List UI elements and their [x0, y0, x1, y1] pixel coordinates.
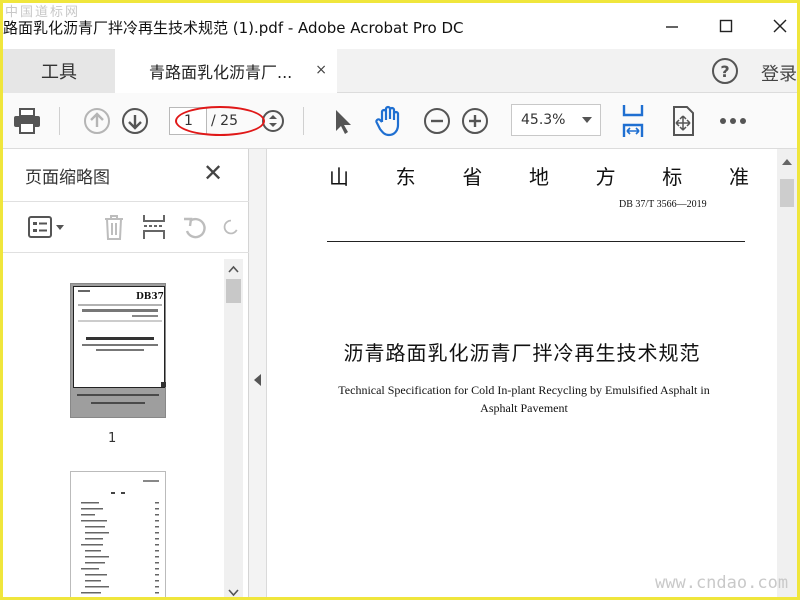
- panel-close-icon[interactable]: ✕: [203, 161, 223, 185]
- panel-title: 页面缩略图: [25, 168, 110, 188]
- scroll-up-icon: [228, 265, 239, 273]
- more-options-icon[interactable]: [717, 105, 749, 137]
- zoom-out-icon[interactable]: [421, 105, 453, 137]
- fit-width-icon[interactable]: [617, 105, 649, 137]
- tab-close-icon[interactable]: ×: [315, 62, 327, 78]
- next-page-icon[interactable]: [119, 105, 151, 137]
- thumbnail-options-icon[interactable]: [25, 212, 69, 242]
- rotate-ccw-icon[interactable]: [180, 212, 210, 242]
- page-thumbnail-1[interactable]: DB37: [70, 283, 166, 418]
- thumbnail-footer-line: [77, 394, 159, 396]
- maximize-icon: [719, 19, 733, 33]
- main-toolbar: 1 / 25 45.3%: [3, 93, 797, 149]
- select-cursor-icon[interactable]: [325, 105, 357, 137]
- heading-char: 省: [462, 165, 483, 189]
- zoom-in-icon[interactable]: [459, 105, 491, 137]
- watermark-bottom: www.cndao.com: [655, 573, 789, 593]
- tab-document-label: 青路面乳化沥青厂...: [149, 63, 293, 82]
- scroll-down-icon: [228, 589, 239, 597]
- watermark-top: 中国道标网: [5, 5, 81, 20]
- page-thumbnail-2[interactable]: [70, 471, 166, 597]
- thumbnail-resize-handle[interactable]: [161, 382, 166, 387]
- previous-page-icon[interactable]: [81, 105, 113, 137]
- zoom-level-dropdown[interactable]: 45.3%: [511, 104, 601, 136]
- document-heading: 山 东 省 地 方 标 准: [329, 161, 749, 190]
- thumbnail-list: DB37 1: [3, 259, 223, 597]
- minimize-button[interactable]: [657, 11, 687, 41]
- heading-char: 山: [329, 165, 349, 189]
- delete-page-icon[interactable]: [99, 212, 129, 242]
- panel-splitter[interactable]: [249, 149, 267, 597]
- page-thumbnail-1-label: 1: [108, 431, 117, 446]
- scroll-up-icon[interactable]: [782, 159, 792, 165]
- thumbnail-footer-text: [91, 402, 145, 404]
- toolbar-separator: [303, 107, 304, 135]
- window-title: 路面乳化沥青厂拌冷再生技术规范 (1).pdf - Adobe Acrobat …: [3, 19, 464, 37]
- panel-toolbar: [3, 201, 249, 253]
- document-view: 山 东 省 地 方 标 准 DB 37/T 3566—2019 沥青路面乳化沥青…: [267, 149, 777, 597]
- svg-text:DB37: DB37: [136, 292, 164, 302]
- help-icon[interactable]: ?: [712, 58, 738, 84]
- heading-char: 准: [728, 165, 749, 189]
- heading-char: 地: [528, 165, 549, 189]
- heading-divider: [327, 241, 745, 242]
- hand-tool-icon[interactable]: [372, 105, 404, 137]
- scrollbar-thumb[interactable]: [226, 279, 241, 303]
- heading-char: 标: [662, 165, 683, 189]
- login-button[interactable]: 登录: [761, 60, 797, 86]
- thumbnail-scrollbar[interactable]: [224, 259, 243, 597]
- collapse-panel-icon[interactable]: [254, 374, 261, 386]
- heading-char: 方: [595, 165, 616, 189]
- chevron-down-icon: [582, 117, 592, 123]
- thumbnail-panel: 页面缩略图 ✕ DB37 1: [3, 149, 249, 597]
- close-window-button[interactable]: [765, 11, 795, 41]
- toolbar-separator: [59, 107, 60, 135]
- document-title: 沥青路面乳化沥青厂拌冷再生技术规范: [343, 341, 701, 365]
- tab-bar: 工具 青路面乳化沥青厂... × ? 登录: [3, 49, 797, 93]
- tab-document[interactable]: 青路面乳化沥青厂... ×: [115, 49, 337, 93]
- scrollbar-thumb[interactable]: [780, 179, 794, 207]
- rotate-cw-icon[interactable]: [221, 212, 241, 242]
- app-window: 路面乳化沥青厂拌冷再生技术规范 (1).pdf - Adobe Acrobat …: [0, 0, 800, 600]
- annotation-ellipse: [175, 106, 265, 136]
- print-icon[interactable]: [11, 105, 43, 137]
- fit-page-icon[interactable]: [667, 105, 699, 137]
- maximize-button[interactable]: [711, 11, 741, 41]
- title-bar: 路面乳化沥青厂拌冷再生技术规范 (1).pdf - Adobe Acrobat …: [3, 3, 797, 49]
- close-icon: [773, 19, 787, 33]
- document-scrollbar[interactable]: [777, 149, 797, 597]
- document-english-title: Technical Specification for Cold In-plan…: [338, 383, 710, 415]
- heading-char: 东: [395, 165, 416, 189]
- standard-number: DB 37/T 3566—2019: [619, 199, 707, 210]
- zoom-level-value: 45.3%: [521, 112, 566, 128]
- thumbnail-page-content: DB37: [73, 286, 165, 388]
- minimize-icon: [666, 26, 678, 28]
- tab-tools[interactable]: 工具: [3, 49, 115, 93]
- insert-page-icon[interactable]: [139, 212, 169, 242]
